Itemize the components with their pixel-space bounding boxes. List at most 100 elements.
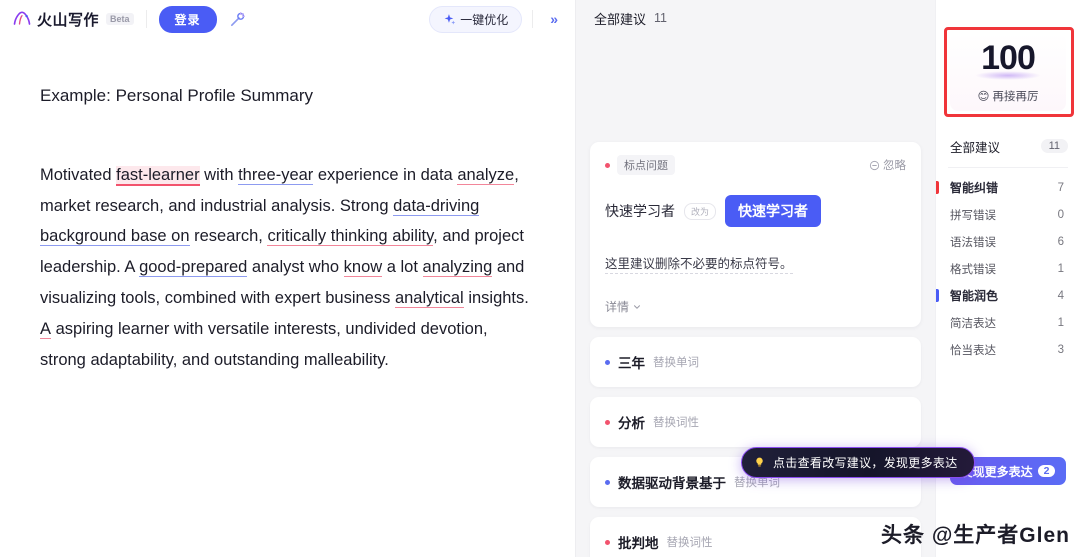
app-root: 火山写作 Beta 登录 一键优化 » Example: Personal Pr… [0,0,1080,557]
doc-issue-span[interactable]: analytical [394,288,464,308]
details-toggle[interactable]: 详情 [605,298,906,315]
stat-name: 简洁表达 [950,317,996,330]
stat-row-group[interactable]: 智能纠错 7 [936,174,1080,201]
stat-row-sub[interactable]: 恰当表达 3 [936,336,1080,363]
suggestion-kind: 替换词性 [666,537,713,549]
circle-minus-icon [869,160,880,170]
toolbar-divider [145,10,147,28]
suggestion-type-tag: 标点问题 [617,155,675,175]
doc-issue-span[interactable]: three-year [238,165,314,185]
stat-row-head[interactable]: 全部建议 11 [936,131,1080,161]
doc-text: aspiring learner with versatile interest… [40,319,488,369]
suggestion-list-item[interactable]: 分析 替换词性 [590,397,921,447]
stat-name: 语法错误 [950,236,996,249]
doc-text: a lot [382,258,423,277]
brand: 火山写作 Beta [12,9,134,30]
apply-replacement-button[interactable]: 快速学习者 [725,195,822,227]
document-area[interactable]: Example: Personal Profile Summary Motiva… [0,38,575,557]
optimize-label: 一键优化 [460,12,509,27]
stat-value: 6 [1057,235,1064,248]
tooltip-text: 点击查看改写建议，发现更多表达 [773,456,958,470]
document-title: Example: Personal Profile Summary [40,86,314,105]
severity-dot-icon [605,162,610,168]
stat-name: 全部建议 [950,140,1001,155]
volcano-logo-icon [13,11,31,25]
document-body[interactable]: Motivated fast-learner with three-year e… [40,160,532,376]
discover-more-badge: 2 [1037,465,1056,477]
suggestion-list-item[interactable]: 三年 替换单词 [590,337,921,387]
change-to-chip: 改为 [684,202,717,220]
original-text: 快速学习者 [605,203,675,219]
doc-issue-span[interactable]: critically thinking ability [267,227,434,247]
sparkle-icon [444,13,456,24]
score-emoji-icon: 😊 [977,90,990,103]
suggestions-header: 全部建议 11 [576,0,935,36]
chevron-down-icon [634,304,641,309]
suggestion-word: 三年 [618,356,645,371]
stat-name: 格式错误 [950,263,996,276]
score-caption: 😊 再接再厉 [978,88,1039,104]
stat-value: 1 [1057,262,1064,275]
suggestion-card-header: 标点问题 忽略 [605,155,906,175]
stat-name: 恰当表达 [950,344,996,357]
replacement-row: 快速学习者 改为 快速学习者 [605,195,906,227]
suggestion-description: 这里建议删除不必要的标点符号。 [605,253,793,274]
top-toolbar: 火山写作 Beta 登录 一键优化 » [0,0,575,38]
suggestions-header-count: 11 [654,11,667,25]
suggestions-scroll-area[interactable]: 标点问题 忽略 快速学习者 改为 快速学习者 这里建议删除不必要的标点符号。 详… [576,36,935,557]
doc-text: with [199,165,239,184]
toolbar-divider-2 [532,10,534,28]
doc-issue-span[interactable]: good-prepared [139,258,248,278]
stat-value: 1 [1057,316,1064,329]
ignore-label: 忽略 [883,160,906,172]
editor-column: 火山写作 Beta 登录 一键优化 » Example: Personal Pr… [0,0,575,557]
doc-issue-span[interactable]: know [343,258,383,278]
doc-text: Motivated [40,165,117,184]
stat-name: 智能润色 [950,289,999,303]
ignore-button[interactable]: 忽略 [869,157,906,173]
stat-row-sub[interactable]: 简洁表达 1 [936,309,1080,336]
score-card: 100 😊 再接再厉 [950,33,1066,111]
beta-badge: Beta [106,13,134,25]
severity-dot-icon [605,479,610,485]
suggestions-column: 全部建议 11 标点问题 忽略 快速学习者 改为 快速学习者 这里建议删除不必要… [575,0,975,557]
doc-issue-span[interactable]: A [40,319,52,339]
stat-value: 7 [1057,181,1064,194]
stat-name: 智能纠错 [950,181,999,195]
stat-row-sub[interactable]: 拼写错误 0 [936,201,1080,228]
watermark: 头条 @生产者Glen [881,524,1070,547]
suggestion-list-item[interactable]: 批判地 替换词性 [590,517,921,557]
stat-row-sub[interactable]: 格式错误 1 [936,255,1080,282]
doc-issue-span[interactable]: fast-learner [116,165,200,186]
doc-issue-span[interactable]: analyze [457,165,515,185]
suggestion-card-active[interactable]: 标点问题 忽略 快速学习者 改为 快速学习者 这里建议删除不必要的标点符号。 详… [590,142,921,327]
stat-name: 拼写错误 [950,209,996,222]
suggestions-header-label: 全部建议 [594,11,647,27]
stat-value: 11 [1040,139,1068,153]
stat-row-group[interactable]: 智能润色 4 [936,282,1080,309]
stat-row-sub[interactable]: 语法错误 6 [936,228,1080,255]
stats-list: 全部建议 11 智能纠错 7 拼写错误 0 语法错误 6 格式错误 1 智能润色 4 简洁表达 1 恰当表达… [936,131,1080,363]
score-value: 100 [975,38,1041,80]
suggestion-kind: 替换单词 [653,357,699,369]
stat-value: 4 [1057,289,1064,302]
magic-wand-glyph [231,11,245,26]
toolbar-right-group: 一键优化 » [429,5,565,33]
login-button[interactable]: 登录 [158,5,217,33]
one-click-optimize-button[interactable]: 一键优化 [429,5,523,33]
brand-name: 火山写作 [37,11,100,29]
suggestion-word: 批判地 [618,536,659,551]
doc-text: research, [189,227,268,246]
severity-dot-icon [605,359,610,365]
doc-issue-span[interactable]: analyzing [422,258,493,278]
details-label: 详情 [605,300,630,314]
doc-text: insights. [463,288,529,307]
magic-wand-icon[interactable] [225,6,251,32]
rewrite-hint-tooltip[interactable]: 点击查看改写建议，发现更多表达 [741,447,975,478]
suggestion-kind: 替换词性 [653,417,699,429]
doc-text: experience in data [313,165,458,184]
collapse-panel-button[interactable]: » [543,9,565,29]
suggestion-word: 数据驱动背景基于 [618,476,726,491]
score-caption-text: 再接再厉 [992,90,1039,103]
category-color-bar [936,289,939,302]
